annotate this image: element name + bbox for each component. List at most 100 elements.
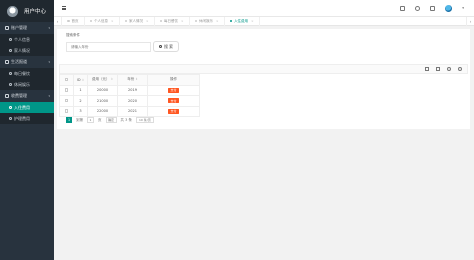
item-label: 休闲娱乐 (14, 81, 30, 87)
page-current[interactable]: 1 (66, 117, 72, 123)
cell-fee: 20000 (87, 84, 118, 96)
close-icon[interactable]: × (181, 19, 184, 23)
export-icon[interactable] (436, 67, 440, 71)
app-title: 用户中心 (24, 9, 47, 15)
page-confirm-button[interactable]: 确定 (105, 117, 117, 123)
col-fee[interactable]: 费用（元）⇕ (87, 74, 118, 86)
tab-dot-icon (159, 19, 163, 23)
tab-label: 首页 (71, 18, 79, 23)
tab-stay-fee[interactable]: 入住费用 × (225, 16, 260, 26)
item-icon (9, 117, 12, 120)
item-label: 家人情况 (14, 47, 30, 53)
col-id[interactable]: ID⇕ (73, 74, 88, 86)
item-label: 护理费用 (14, 115, 30, 121)
close-icon[interactable]: × (216, 19, 219, 23)
tab-label: 每日餐饮 (164, 18, 179, 23)
print-icon[interactable] (447, 67, 451, 71)
tab-family[interactable]: 家人情况 × (120, 16, 155, 26)
tab-home[interactable]: 首页 (62, 16, 85, 26)
search-button-label: 搜 索 (164, 43, 173, 49)
col-action: 操作 (147, 74, 200, 86)
header-actions: ▾ (400, 4, 464, 12)
cell-fee: 22000 (87, 105, 118, 117)
search-button[interactable]: 搜 索 (153, 41, 179, 52)
item-label: 每日餐饮 (14, 70, 30, 76)
close-icon[interactable]: × (251, 19, 254, 23)
tab-label: 休闲娱乐 (199, 18, 214, 23)
goto-label: 到第 (76, 117, 83, 122)
row-checkbox[interactable] (64, 98, 69, 102)
header-avatar[interactable] (445, 4, 453, 12)
sidebar-group-life[interactable]: 生活报道 ▾ (0, 56, 54, 68)
pay-button[interactable]: 支付 (168, 87, 179, 93)
select-all-cell[interactable] (59, 74, 74, 86)
app: 用户中心 账户管理 ▾ 个人信息 家人情况 生活报道 ▾ 每日餐饮 休闲娱乐 收… (0, 0, 474, 260)
fee-table: ID⇕ 费用（元）⇕ 年份⇕ 操作 1 20000 2019 支付 2 2100… (59, 74, 200, 117)
sidebar-item-meals[interactable]: 每日餐饮 (0, 68, 54, 79)
sidebar-item-care-fee[interactable]: 护理费用 (0, 113, 54, 124)
tab-meals[interactable]: 每日餐饮 × (155, 16, 190, 26)
item-icon (9, 38, 12, 41)
tab-dot-icon (194, 19, 198, 23)
sidebar-item-stay-fee[interactable]: 入住费用 (0, 102, 54, 113)
sort-icon[interactable]: ⇕ (110, 77, 113, 81)
columns-filter-icon[interactable] (425, 67, 429, 71)
fullscreen-icon[interactable] (430, 5, 436, 11)
group-label: 账户管理 (11, 25, 27, 30)
sidebar-group-account[interactable]: 账户管理 ▾ (0, 22, 54, 34)
top-header: ▾ (54, 0, 474, 17)
sidebar-item-family[interactable]: 家人情况 (0, 45, 54, 56)
table-row[interactable]: 1 20000 2019 支付 (59, 84, 200, 96)
tab-bar: ‹ 首页 个人信息 × 家人情况 × 每日餐饮 × 休闲娱乐 × 入住费用 × … (54, 16, 474, 26)
notification-icon[interactable] (415, 5, 421, 11)
sidebar-item-personal-info[interactable]: 个人信息 (0, 34, 54, 45)
item-icon (9, 49, 12, 52)
chevron-down-icon: ▾ (48, 26, 50, 30)
total-count: 共 3 条 (120, 117, 132, 122)
tab-dot-icon (124, 19, 128, 23)
select-all-checkbox[interactable] (64, 77, 69, 81)
group-icon (5, 94, 9, 98)
sidebar-item-leisure[interactable]: 休闲娱乐 (0, 79, 54, 90)
year-search-input[interactable] (66, 42, 151, 52)
tab-personal-info[interactable]: 个人信息 × (85, 16, 120, 26)
close-icon[interactable]: × (146, 19, 149, 23)
user-menu-chevron-icon[interactable]: ▾ (462, 6, 464, 10)
tab-leisure[interactable]: 休闲娱乐 × (190, 16, 225, 26)
search-icon (159, 45, 163, 48)
row-checkbox[interactable] (64, 88, 69, 92)
table-row[interactable]: 2 21000 2020 支付 (59, 95, 200, 107)
close-icon[interactable]: × (111, 19, 114, 23)
sort-icon[interactable]: ⇕ (82, 78, 85, 82)
table-header-row: ID⇕ 费用（元）⇕ 年份⇕ 操作 (59, 74, 200, 86)
tab-scroll-left-icon[interactable]: ‹ (54, 16, 62, 26)
sort-icon[interactable]: ⇕ (135, 77, 138, 81)
tab-label: 个人信息 (94, 18, 108, 23)
group-label: 生活报道 (11, 59, 27, 64)
table-row[interactable]: 3 22000 2021 支付 (59, 105, 200, 117)
page-input[interactable]: 1 (87, 117, 94, 123)
col-year[interactable]: 年份⇕ (117, 74, 148, 86)
menu-toggle-icon[interactable] (62, 6, 72, 10)
cell-year: 2020 (117, 95, 148, 107)
tab-dot-icon (229, 19, 233, 23)
group-label: 收费管理 (11, 93, 27, 98)
chevron-down-icon: ▾ (48, 94, 50, 98)
sidebar: 用户中心 账户管理 ▾ 个人信息 家人情况 生活报道 ▾ 每日餐饮 休闲娱乐 收… (0, 0, 54, 260)
item-icon (9, 72, 12, 75)
chevron-down-icon: ▾ (48, 60, 50, 64)
row-checkbox[interactable] (64, 109, 69, 113)
per-page-select[interactable]: 10 条/页 (135, 117, 154, 123)
refresh-icon[interactable] (400, 5, 406, 11)
item-icon (9, 106, 12, 109)
refresh-table-icon[interactable] (458, 67, 462, 71)
pay-button[interactable]: 支付 (168, 108, 179, 114)
cell-year: 2021 (117, 105, 148, 117)
brand: 用户中心 (0, 0, 54, 22)
sidebar-group-fees[interactable]: 收费管理 ▾ (0, 90, 54, 102)
tab-label: 家人情况 (129, 18, 144, 23)
tab-scroll-right-icon[interactable]: › (466, 16, 474, 26)
pay-button[interactable]: 支付 (168, 98, 179, 104)
page-unit: 页 (98, 117, 102, 122)
cell-fee: 21000 (87, 95, 118, 107)
